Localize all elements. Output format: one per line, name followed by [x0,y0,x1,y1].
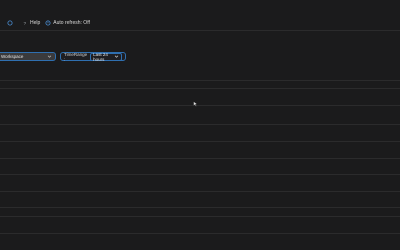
mouse-cursor-icon [193,94,199,107]
divider [0,216,400,217]
divider [0,88,400,89]
divider [0,207,400,208]
time-range-label: TimeRange : [64,51,88,62]
refresh-icon[interactable] [6,20,13,27]
time-range-dropdown[interactable]: Last 24 hours [90,51,122,62]
toolbar-divider [0,30,400,31]
divider [0,233,400,234]
time-range-value: Last 24 hours [93,51,108,62]
workbook-toolbar: ? Help Auto refresh: Off [0,16,400,30]
help-label[interactable]: Help [30,20,40,26]
divider [0,158,400,159]
divider [0,191,400,192]
auto-refresh-label[interactable]: Auto refresh: Off [53,20,90,26]
auto-refresh-icon[interactable] [44,20,51,27]
chevron-down-icon [114,54,119,59]
time-range-parameter[interactable]: TimeRange : Last 24 hours [60,51,126,62]
divider [0,105,400,106]
svg-text:?: ? [23,21,26,26]
workspace-label: Workspace [1,54,24,59]
chevron-down-icon [47,54,52,59]
divider [0,141,400,142]
divider [0,174,400,175]
divider [0,80,400,81]
divider [0,124,400,125]
workspace-dropdown[interactable]: Workspace [0,52,56,61]
parameters-bar: Workspace TimeRange : Last 24 hours [0,51,126,62]
workbook-page: ? Help Auto refresh: Off Workspace TimeR… [0,0,400,250]
help-icon[interactable]: ? [21,20,28,27]
